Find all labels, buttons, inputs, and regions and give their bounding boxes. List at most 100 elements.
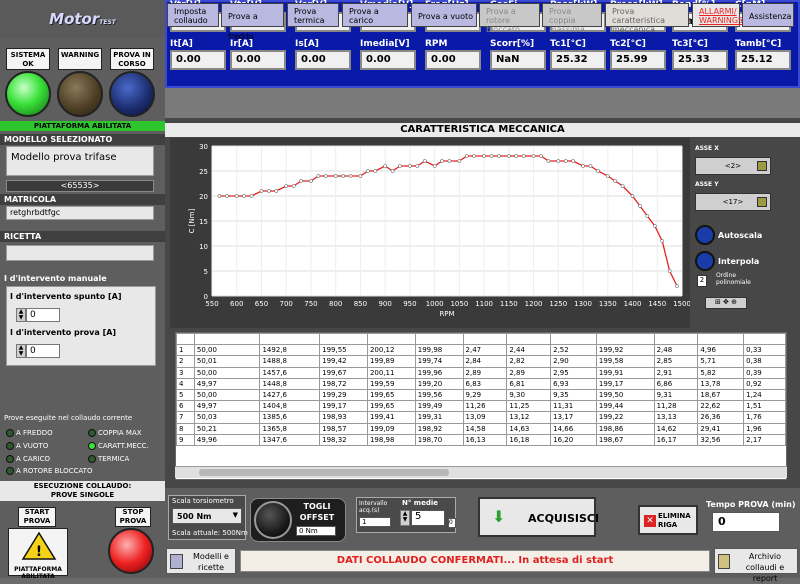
- data-point: [224, 194, 229, 198]
- x-tick-label: 900: [378, 300, 391, 308]
- table-cell: 199,29: [319, 388, 368, 402]
- table-row[interactable]: 7 50,03 1385,6 198,93 199,41 199,31 13,09 13,12…: [176, 411, 786, 424]
- table-header-cell: [319, 333, 368, 346]
- lamp-label-warning: WARNING: [58, 48, 102, 70]
- stop-button[interactable]: [108, 528, 154, 574]
- y-tick-label: 20: [199, 193, 208, 201]
- prova-input[interactable]: 0: [26, 344, 60, 358]
- table-cell: 2,48: [653, 344, 699, 357]
- table-cell: 2,44: [506, 344, 552, 357]
- tab-prova-termica[interactable]: Prova termica: [287, 3, 339, 27]
- modelli-label: Modelli e ricette: [193, 552, 229, 572]
- data-point: [596, 169, 600, 173]
- data-point: [249, 194, 254, 198]
- table-row[interactable]: 2 50,01 1488,8 199,42 199,89 199,74 2,84 2,82 2,…: [176, 355, 786, 368]
- data-point: [620, 184, 625, 188]
- tab-imposta-collaudo[interactable]: Imposta collaudo: [167, 3, 219, 27]
- archivio-label: Archivio collaudi e report: [745, 552, 785, 583]
- led-a-carico: [6, 455, 14, 463]
- table-scrollbar[interactable]: [175, 466, 787, 478]
- start-button-label: START PROVA: [18, 507, 56, 527]
- medie-input[interactable]: 5: [411, 510, 445, 526]
- table-row[interactable]: 4 49,97 1448,8 198,72 199,59 199,20 6,83 6,81 6,…: [176, 377, 786, 390]
- y-tick-label: 5: [204, 268, 208, 276]
- offset-button[interactable]: [254, 501, 292, 539]
- table-cell: 22,62: [697, 400, 745, 413]
- metric-label: Imedia[V]: [360, 39, 410, 49]
- table-row[interactable]: 8 50,21 1365,8 198,57 199,09 198,92 14,58 14,63…: [176, 422, 786, 435]
- metric-value: 0.00: [230, 50, 286, 70]
- scala-select[interactable]: 500 Nm ▼: [172, 508, 242, 524]
- table-row[interactable]: 3 50,00 1457,6 199,67 200,11 199,96 2,89 2,89 2,…: [176, 366, 786, 379]
- intervallo-input[interactable]: 1: [359, 517, 391, 527]
- tab-prova-a-freddo[interactable]: Prova a freddo: [221, 3, 284, 41]
- spunto-input[interactable]: 0: [26, 308, 60, 322]
- axis-x-select[interactable]: <2>: [695, 157, 771, 175]
- order-input[interactable]: 2: [697, 275, 707, 287]
- led-a-freddo: [6, 429, 14, 437]
- metric-label: Tc3[°C]: [672, 39, 708, 49]
- table-cell: 199,92: [595, 344, 655, 357]
- autoscale-button[interactable]: [695, 225, 715, 245]
- start-button[interactable]: ! PIATTAFORMA ABILITATA: [8, 528, 68, 580]
- data-point: [539, 154, 543, 158]
- table-row[interactable]: 1 50,00 1492,8 199,55 200,12 199,98 2,47 2,44 2,…: [176, 344, 786, 357]
- tab-prova-a-carico[interactable]: Prova a carico: [342, 3, 408, 27]
- ricetta-field[interactable]: [6, 245, 154, 261]
- prova-label: I d'intervento prova [A]: [10, 328, 117, 337]
- table-cell: 198,67: [595, 433, 655, 446]
- tab-assistenza[interactable]: Assistenza: [742, 3, 794, 27]
- archivio-button[interactable]: Archivio collaudi e report: [714, 548, 798, 583]
- app-logo: MotorTEST: [0, 0, 165, 38]
- data-point: [383, 164, 388, 168]
- table-row[interactable]: 6 49,97 1404,8 199,17 199,65 199,49 11,26 11,25…: [176, 400, 786, 413]
- table-cell: 2,89: [462, 366, 508, 379]
- data-point: [291, 184, 296, 188]
- table-cell: 198,57: [319, 422, 368, 435]
- y-tick-label: 30: [199, 143, 208, 151]
- tab-allarmi[interactable]: ALLARMI/ WARNINGS: [692, 3, 743, 27]
- medie-aux: 0: [448, 518, 456, 528]
- elimina-riga-button[interactable]: ✕ ELIMINA RIGA: [638, 505, 698, 535]
- tab-prova-coppia-massima[interactable]: Prova coppia massima: [542, 3, 602, 34]
- table-cell: 11,26: [462, 400, 508, 413]
- axis-x-dropdown-icon[interactable]: [757, 161, 767, 171]
- interpola-button[interactable]: [695, 251, 715, 271]
- archive-icon: [718, 554, 730, 569]
- tab-prova-a-vuoto[interactable]: Prova a vuoto: [411, 3, 477, 27]
- metric-label: Tamb[°C]: [735, 39, 782, 49]
- graph-tools-icon[interactable]: ⊞ ✥ ⊕: [705, 297, 747, 309]
- metric-value: 0.00: [170, 50, 226, 70]
- table-cell: 199,91: [595, 366, 655, 379]
- table-row[interactable]: 5 50,00 1427,6 199,29 199,65 199,56 9,29 9,30 9,…: [176, 388, 786, 402]
- spunto-spinner[interactable]: ▲ ▼: [16, 308, 26, 322]
- axis-y-select[interactable]: <17>: [695, 193, 771, 211]
- table-cell: 2,17: [743, 433, 786, 446]
- mechanical-chart: 0 5 10 15 20 25 30 550 600 650 700 750 800 850 900 950 1…: [170, 138, 691, 328]
- intervallo-label: Intervallo acq.(s): [359, 500, 388, 514]
- data-point: [630, 194, 635, 198]
- table-header-cell: [506, 333, 552, 346]
- metric-value: 0.00: [425, 50, 481, 70]
- scala-dropdown-icon[interactable]: ▼: [233, 511, 238, 519]
- model-code: <65535>: [6, 180, 154, 192]
- table-cell: 199,17: [319, 400, 368, 413]
- modelli-button[interactable]: Modelli e ricette: [166, 548, 236, 574]
- prova-spinner[interactable]: ▲ ▼: [16, 344, 26, 358]
- data-point: [531, 154, 536, 158]
- axis-y-dropdown-icon[interactable]: [757, 197, 767, 207]
- tab-prova-rotore-bloccato[interactable]: Prova a rotore bloccato: [479, 3, 540, 34]
- table-row[interactable]: 9 49,96 1347,6 198,32 198,98 198,70 16,13 16,18…: [176, 433, 786, 446]
- acquisisci-button[interactable]: ⬇ ACQUISISCI: [478, 497, 599, 537]
- y-tick-label: 15: [199, 218, 208, 226]
- tab-caratteristica-meccanica[interactable]: Prova caratteristica meccanica: [605, 3, 689, 34]
- matricola-field[interactable]: retghrbdtfgc: [6, 206, 154, 220]
- scrollbar-thumb[interactable]: [199, 469, 449, 476]
- table-cell: 1347,6: [259, 433, 321, 446]
- y-axis-label: C [Nm]: [188, 208, 196, 233]
- data-point: [309, 179, 313, 183]
- table-cell: 49,97: [193, 377, 261, 390]
- table-cell: 0,38: [743, 355, 786, 368]
- medie-spinner[interactable]: ▲ ▼: [400, 510, 410, 526]
- axis-y-value: <17>: [722, 198, 744, 206]
